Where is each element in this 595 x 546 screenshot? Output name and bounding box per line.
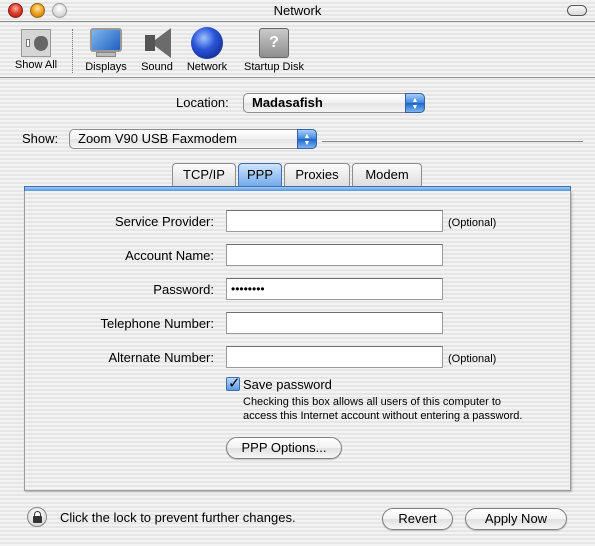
toolbar-toggle-button[interactable]	[567, 5, 587, 16]
toolbar: Show All Displays Sound Network ? Startu	[0, 23, 595, 78]
popup-arrows-icon: ▲ ▼	[405, 93, 425, 113]
account-name-input[interactable]	[226, 244, 443, 266]
save-password-checkbox[interactable]: ✓	[226, 375, 241, 392]
separator-line	[322, 141, 583, 142]
show-popup[interactable]: Zoom V90 USB Faxmodem ▲ ▼	[69, 129, 317, 149]
window-title: Network	[273, 3, 322, 18]
service-provider-optional: (Optional)	[448, 217, 497, 229]
location-label: Location:	[176, 95, 229, 110]
toolbar-item-startup-disk[interactable]: ? Startup Disk	[240, 27, 308, 73]
toolbar-item-label: Displays	[85, 61, 127, 73]
save-password-help: Checking this box allows all users of th…	[243, 395, 522, 423]
toolbar-separator	[72, 29, 73, 73]
toolbar-item-label: Network	[186, 61, 228, 73]
save-password-label: Save password	[243, 377, 332, 392]
location-popup[interactable]: Madasafish ▲ ▼	[243, 93, 425, 113]
tab-modem[interactable]: Modem	[352, 163, 422, 187]
network-preferences-window: Network Show All Displays Sound Network …	[0, 0, 595, 546]
title-bar: Network	[0, 0, 595, 22]
tab-label: TCP/IP	[183, 167, 225, 182]
telephone-number-input[interactable]	[226, 312, 443, 334]
location-value: Madasafish	[252, 95, 323, 110]
ppp-options-button[interactable]: PPP Options...	[226, 437, 342, 459]
tab-tcpip[interactable]: TCP/IP	[172, 163, 236, 187]
service-provider-input[interactable]	[226, 210, 443, 232]
apply-now-button[interactable]: Apply Now	[465, 508, 567, 530]
password-input[interactable]: ••••••••	[226, 278, 443, 300]
displays-icon	[88, 27, 124, 59]
toolbar-item-label: Sound	[141, 61, 173, 73]
toolbar-item-sound[interactable]: Sound	[137, 27, 177, 73]
popup-arrows-icon: ▲ ▼	[297, 129, 317, 149]
alternate-number-input[interactable]	[226, 346, 443, 368]
lock-icon[interactable]	[27, 507, 47, 527]
telephone-number-label: Telephone Number:	[100, 316, 214, 331]
toolbar-item-network[interactable]: Network	[182, 27, 232, 73]
revert-button[interactable]: Revert	[382, 508, 453, 530]
account-name-label: Account Name:	[125, 248, 214, 263]
network-globe-icon	[189, 27, 225, 59]
sound-icon	[139, 27, 175, 59]
toolbar-item-displays[interactable]: Displays	[80, 27, 132, 73]
tab-proxies[interactable]: Proxies	[284, 163, 350, 187]
checkmark-icon: ✓	[228, 375, 241, 392]
alternate-number-label: Alternate Number:	[108, 350, 215, 365]
show-label: Show:	[22, 131, 59, 146]
tab-label: Modem	[365, 167, 409, 182]
help-line-2: access this Internet account without ent…	[243, 410, 523, 422]
show-value: Zoom V90 USB Faxmodem	[78, 131, 237, 146]
startup-disk-icon: ?	[256, 27, 292, 59]
lock-status-text: Click the lock to prevent further change…	[60, 510, 296, 525]
service-provider-label: Service Provider:	[115, 214, 214, 229]
tab-ppp[interactable]: PPP	[238, 163, 282, 187]
help-line-1: Checking this box allows all users of th…	[243, 396, 502, 408]
toolbar-item-show-all[interactable]: Show All	[6, 27, 66, 71]
tab-label: PPP	[246, 167, 273, 182]
show-all-icon	[21, 29, 51, 57]
alternate-number-optional: (Optional)	[448, 353, 497, 365]
toolbar-item-label: Show All	[14, 59, 58, 71]
password-label: Password:	[153, 282, 214, 297]
toolbar-item-label: Startup Disk	[244, 61, 304, 73]
tab-label: Proxies	[295, 167, 339, 182]
